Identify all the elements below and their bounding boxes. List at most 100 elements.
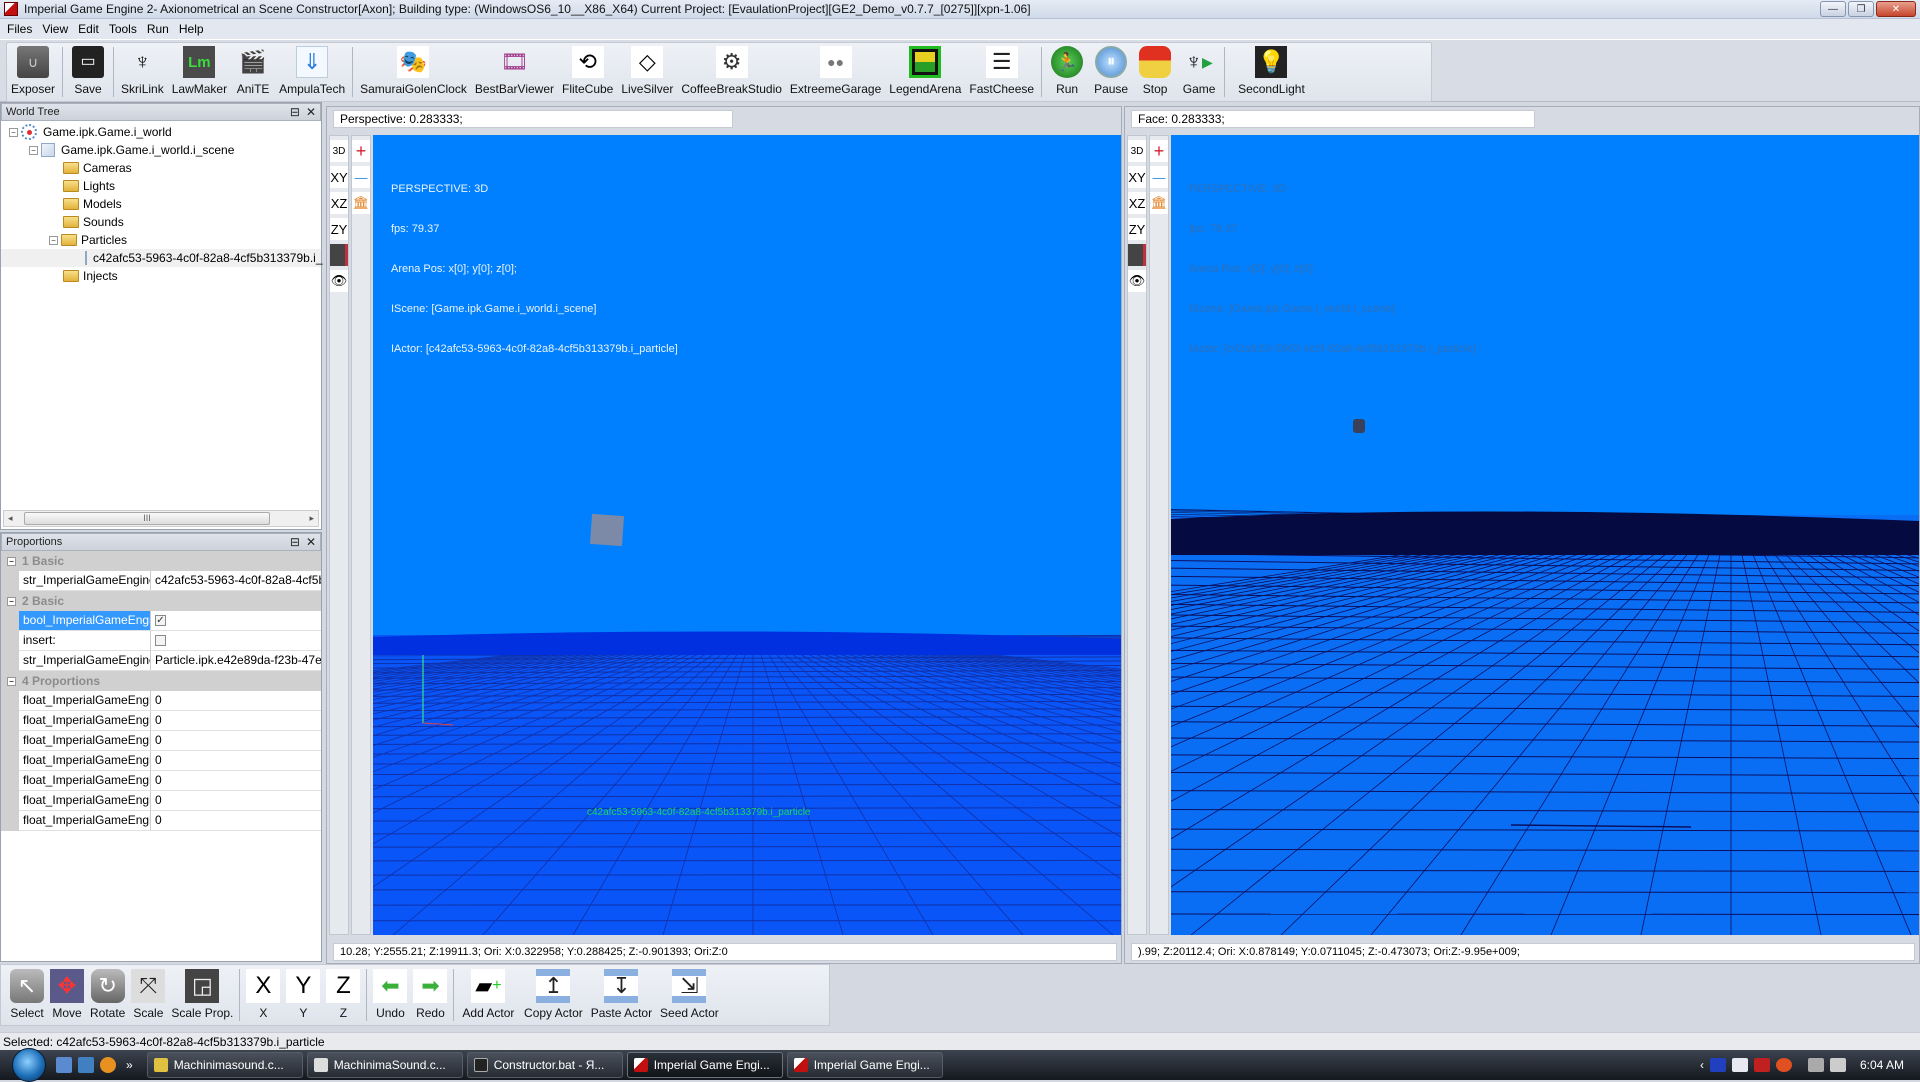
redo-button[interactable]: ➡Redo [410, 965, 450, 1025]
property-row[interactable]: float_ImperialGameEngi0 [19, 791, 321, 811]
taskbar-item[interactable]: Machinimasound.c... [147, 1052, 303, 1078]
eye-icon[interactable]: 👁 [330, 270, 348, 292]
collapse-icon[interactable]: − [9, 128, 18, 137]
ampulatech-button[interactable]: ⇓ AmpulaTech [275, 43, 349, 101]
scroll-right-icon[interactable]: ▸ [309, 513, 314, 524]
taskbar-item[interactable]: MachinimaSound.c... [307, 1052, 463, 1078]
alert-icon[interactable] [1776, 1058, 1792, 1072]
view-3d-button[interactable]: 3D [1128, 140, 1146, 162]
run-button[interactable]: 🏃 Run [1045, 43, 1089, 101]
add-actor-button[interactable]: ▰+Add Actor [457, 965, 519, 1025]
tree-node-scene[interactable]: − Game.ipk.Game.i_world.i_scene [1, 141, 321, 159]
taskbar-item[interactable]: Constructor.bat - Я... [467, 1052, 623, 1078]
particle-actor[interactable] [590, 514, 624, 546]
scale-tool-button[interactable]: ⤧Scale [128, 965, 168, 1025]
perspective-3d-canvas[interactable]: PERSPECTIVE: 3D fps: 79.37 Arena Pos: x[… [373, 135, 1121, 935]
tree-node-models[interactable]: Models [1, 195, 321, 213]
museum-icon[interactable]: 🏛 [1150, 192, 1168, 214]
tree-node-particles[interactable]: − Particles [1, 231, 321, 249]
select-tool-button[interactable]: ↖Select [7, 965, 47, 1025]
tree-node-cameras[interactable]: Cameras [1, 159, 321, 177]
secondlight-button[interactable]: 💡 SecondLight [1228, 43, 1315, 101]
particle-actor[interactable] [1353, 419, 1365, 433]
livesilver-button[interactable]: ◇ LiveSilver [617, 43, 677, 101]
tree-node-world[interactable]: − Game.ipk.Game.i_world [1, 123, 321, 141]
view-zy-button[interactable]: ZY [1128, 218, 1146, 240]
restore-button[interactable]: ❐ [1848, 1, 1874, 17]
scroll-left-icon[interactable]: ◂ [8, 513, 13, 524]
flitecube-button[interactable]: ⟲ FliteCube [558, 43, 617, 101]
coffeebreakstudio-button[interactable]: ⚙ CoffeeBreakStudio [677, 43, 786, 101]
menu-run[interactable]: Run [147, 22, 169, 36]
move-tool-button[interactable]: ✥Move [47, 965, 87, 1025]
view-xy-button[interactable]: XY [330, 166, 348, 188]
view-zy-button[interactable]: ZY [330, 218, 348, 240]
tree-node-sounds[interactable]: Sounds [1, 213, 321, 231]
undo-button[interactable]: ⬅Undo [370, 965, 410, 1025]
view-xz-button[interactable]: XZ [1128, 192, 1146, 214]
property-row[interactable]: str_ImperialGameEnginec42afc53-5963-4c0f… [19, 571, 321, 591]
lav-audio-icon[interactable] [1732, 1058, 1748, 1072]
switch-windows-icon[interactable] [78, 1057, 94, 1073]
menu-files[interactable]: Files [7, 22, 32, 36]
collapse-icon[interactable]: − [7, 677, 16, 686]
museum-icon[interactable]: 🏛 [352, 192, 370, 214]
extreemegarage-button[interactable]: ●● ExtreemeGarage [786, 43, 885, 101]
property-row[interactable]: float_ImperialGameEngi0 [19, 731, 321, 751]
property-group[interactable]: −4 Proportions [1, 671, 321, 691]
collapse-icon[interactable]: − [49, 236, 58, 245]
volume-icon[interactable] [1830, 1058, 1846, 1072]
start-button[interactable] [12, 1048, 46, 1082]
collapse-icon[interactable]: − [29, 146, 38, 155]
record-icon[interactable] [330, 244, 348, 266]
axis-x-button[interactable]: XX [243, 965, 283, 1025]
bestbarviewer-button[interactable]: 🎞 BestBarViewer [471, 43, 558, 101]
tree-node-injects[interactable]: Injects [1, 267, 321, 285]
quicklaunch-overflow-icon[interactable]: » [126, 1058, 133, 1072]
taskbar-item-active[interactable]: Imperial Game Engi... [627, 1052, 783, 1078]
property-row[interactable]: insert: [19, 631, 321, 651]
close-dock-icon[interactable]: ✕ [306, 105, 316, 119]
property-row[interactable]: float_ImperialGameEngi0 [19, 711, 321, 731]
pause-button[interactable]: ⏸ Pause [1089, 43, 1133, 101]
close-dock-icon[interactable]: ✕ [306, 535, 316, 549]
face-3d-canvas[interactable]: PERSPECTIVE: 3D fps: 79.37 Arena Pos: x[… [1171, 135, 1919, 935]
paste-actor-button[interactable]: ↧Paste Actor [587, 965, 655, 1025]
exposer-button[interactable]: ∪ Exposer [7, 43, 59, 101]
lawmaker-button[interactable]: Lm LawMaker [168, 43, 231, 101]
show-desktop-icon[interactable] [56, 1057, 72, 1073]
property-checkbox[interactable]: ✓ [155, 615, 166, 626]
zoom-out-icon[interactable]: — [1150, 166, 1168, 188]
eye-icon[interactable]: 👁 [1128, 270, 1146, 292]
property-row[interactable]: bool_ImperialGameEngine✓ [19, 611, 321, 631]
view-xy-button[interactable]: XY [1128, 166, 1146, 188]
tree-node-particle-actor[interactable]: c42afc53-5963-4c0f-82a8-4cf5b313379b.i_ [1, 249, 321, 267]
property-row[interactable]: float_ImperialGameEngi0 [19, 691, 321, 711]
anite-button[interactable]: 🎬 AniTE [231, 43, 275, 101]
minimize-button[interactable]: — [1820, 1, 1846, 17]
samuraigolenclock-button[interactable]: 🎭 SamuraiGolenClock [356, 43, 471, 101]
taskbar-item[interactable]: Imperial Game Engi... [787, 1052, 943, 1078]
clock[interactable]: 6:04 AM [1860, 1058, 1904, 1072]
menu-tools[interactable]: Tools [109, 22, 137, 36]
zoom-in-icon[interactable]: + [352, 140, 370, 162]
save-button[interactable]: ▭ Save [66, 43, 110, 101]
rotate-tool-button[interactable]: ↻Rotate [87, 965, 128, 1025]
property-row[interactable]: float_ImperialGameEngi0 [19, 811, 321, 831]
fastcheese-button[interactable]: ☰ FastCheese [965, 43, 1038, 101]
float-dock-icon[interactable]: ⊟ [290, 105, 300, 119]
codec-icon[interactable] [1754, 1058, 1770, 1072]
close-button[interactable]: ✕ [1876, 1, 1916, 17]
collapse-icon[interactable]: − [7, 557, 16, 566]
menu-edit[interactable]: Edit [78, 22, 99, 36]
view-3d-button[interactable]: 3D [330, 140, 348, 162]
skrilink-button[interactable]: ♆ SkriLink [117, 43, 168, 101]
tree-horizontal-scrollbar[interactable]: ◂ III ▸ [3, 510, 319, 527]
property-row[interactable]: float_ImperialGameEngi0 [19, 771, 321, 791]
property-group[interactable]: −1 Basic [1, 551, 321, 571]
lav-video-icon[interactable] [1710, 1058, 1726, 1072]
axis-z-button[interactable]: ZZ [323, 965, 363, 1025]
stop-button[interactable]: Stop [1133, 43, 1177, 101]
record-icon[interactable] [1128, 244, 1146, 266]
collapse-icon[interactable]: − [7, 597, 16, 606]
